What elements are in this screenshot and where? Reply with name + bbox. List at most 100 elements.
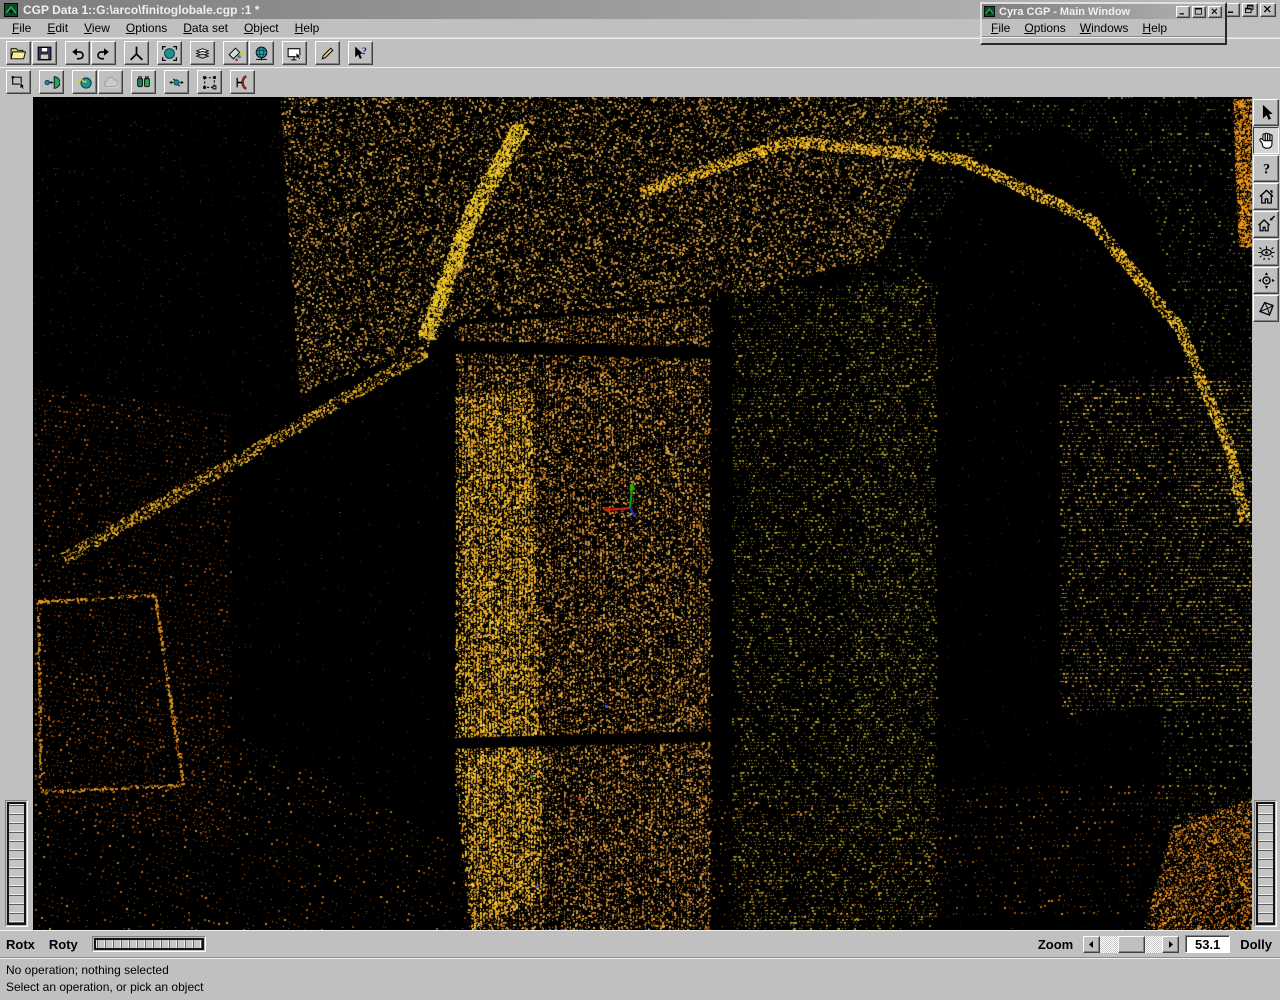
edit-pencil-button[interactable] (315, 41, 340, 65)
sphere-select-icon (161, 45, 178, 62)
zoom-label: Zoom (1038, 937, 1073, 952)
restore-icon (1244, 4, 1256, 16)
roty-slider[interactable] (92, 936, 206, 952)
hand-icon (1257, 131, 1276, 150)
select-tool-button[interactable] (1253, 99, 1279, 126)
move-point-button[interactable] (164, 70, 189, 94)
render-globe-button[interactable] (249, 41, 274, 65)
dolly-vertical-slider[interactable] (1254, 800, 1277, 927)
home-tool-button[interactable] (1253, 183, 1279, 210)
measure-span-button[interactable] (230, 70, 255, 94)
fence-polygon-button[interactable] (197, 70, 222, 94)
cyra-window-controls (1176, 6, 1222, 18)
pencil-icon (319, 45, 336, 62)
restore-window-button[interactable] (1242, 3, 1258, 17)
close-icon (1210, 7, 1220, 17)
save-button[interactable] (32, 41, 57, 65)
binoculars-icon (135, 74, 152, 91)
menu-file[interactable]: File (4, 20, 39, 36)
roty-slider-ribs (94, 938, 204, 950)
color-fill-button[interactable] (223, 41, 248, 65)
cyra-window-footer (982, 36, 1225, 41)
undo-icon (69, 45, 86, 62)
cloud-button[interactable] (98, 70, 123, 94)
camera-view-tool-button[interactable] (1253, 295, 1279, 322)
dolly-label: Dolly (1240, 937, 1272, 952)
cyra-app-icon (984, 6, 995, 17)
cyra-title-bar[interactable]: Cyra CGP - Main Window (982, 4, 1225, 19)
maximize-cyra-button[interactable] (1192, 6, 1206, 18)
menu-data-set[interactable]: Data set (175, 20, 236, 36)
menu-object[interactable]: Object (236, 20, 287, 36)
seek-target-icon (1257, 271, 1276, 290)
minimize-cyra-button[interactable] (1176, 6, 1190, 18)
cyra-menu-file[interactable]: File (984, 21, 1017, 35)
select-sphere-button[interactable] (157, 41, 182, 65)
move-point-icon (168, 74, 185, 91)
view-eye-icon (1257, 243, 1276, 262)
svg-text:?: ? (362, 46, 367, 57)
screen-pick-button[interactable] (282, 41, 307, 65)
open-button[interactable] (6, 41, 31, 65)
app-icon (4, 3, 18, 17)
minimize-icon (1178, 7, 1188, 17)
svg-text:?: ? (1262, 161, 1269, 177)
fence-rect-button[interactable] (6, 70, 31, 94)
cyra-main-window[interactable]: Cyra CGP - Main Window FileOptionsWindow… (980, 2, 1227, 45)
menu-edit[interactable]: Edit (39, 20, 76, 36)
cyra-menu-windows[interactable]: Windows (1073, 21, 1136, 35)
zoom-scrollbar-thumb[interactable] (1118, 936, 1145, 953)
cyra-menu-help[interactable]: Help (1135, 21, 1174, 35)
cyra-menu-bar: FileOptionsWindowsHelp (982, 19, 1225, 36)
paint-icon (227, 45, 244, 62)
undo-button[interactable] (65, 41, 90, 65)
layers-icon (194, 45, 211, 62)
point-cloud-viewport[interactable] (33, 97, 1252, 930)
cyra-window-title: Cyra CGP - Main Window (999, 6, 1176, 18)
zoom-scrollbar-track[interactable] (1100, 936, 1162, 953)
zoom-value-field[interactable]: 53.1 (1185, 935, 1230, 953)
align-point-plane-button[interactable] (39, 70, 64, 94)
help-pointer-icon: ? (352, 45, 369, 62)
cgp-application-window: CGP Data 1::G:\arco\finitoglobale.cgp :1… (0, 0, 1280, 1000)
menu-help[interactable]: Help (287, 20, 328, 36)
context-help-button[interactable]: ? (348, 41, 373, 65)
left-control-column (0, 97, 33, 930)
redo-button[interactable] (91, 41, 116, 65)
right-control-column: ? (1252, 97, 1280, 930)
monitor-pick-icon (286, 45, 303, 62)
seek-tool-button[interactable] (1253, 267, 1279, 294)
question-icon: ? (1257, 159, 1276, 178)
home-target-icon (1257, 215, 1276, 234)
floppy-icon (36, 45, 53, 62)
zoom-scroll-right-button[interactable] (1162, 936, 1179, 953)
axes-tripod-button[interactable] (124, 41, 149, 65)
point-cloud-canvas[interactable] (33, 97, 1252, 930)
navigation-bar: Rotx Roty Zoom 53.1 Dolly (0, 930, 1280, 957)
status-bar: No operation; nothing selected Select an… (0, 957, 1280, 1000)
status-line-2: Select an operation, or pick an object (6, 979, 1274, 996)
pan-tool-button[interactable] (1253, 127, 1279, 154)
view-toolbar: ? (1253, 99, 1280, 323)
menu-options[interactable]: Options (118, 20, 175, 36)
camera-icon (1257, 299, 1276, 318)
sphere-cut-button[interactable] (72, 70, 97, 94)
rotx-vertical-slider[interactable] (5, 800, 28, 927)
menu-view[interactable]: View (76, 20, 118, 36)
zoom-scroll-left-button[interactable] (1083, 936, 1100, 953)
home-icon (1257, 187, 1276, 206)
view-all-tool-button[interactable] (1253, 239, 1279, 266)
cyra-menu-options[interactable]: Options (1017, 21, 1072, 35)
zoom-scrollbar[interactable] (1083, 936, 1179, 953)
close-cyra-button[interactable] (1208, 6, 1222, 18)
help-tool-button[interactable]: ? (1253, 155, 1279, 182)
set-home-tool-button[interactable] (1253, 211, 1279, 238)
minimize-icon (1226, 4, 1238, 16)
tripod-icon (128, 45, 145, 62)
close-window-button[interactable] (1260, 3, 1276, 17)
pointer-icon (1257, 103, 1276, 122)
roty-label: Roty (49, 937, 78, 952)
binoculars-button[interactable] (131, 70, 156, 94)
layers-button[interactable] (190, 41, 215, 65)
redo-icon (95, 45, 112, 62)
